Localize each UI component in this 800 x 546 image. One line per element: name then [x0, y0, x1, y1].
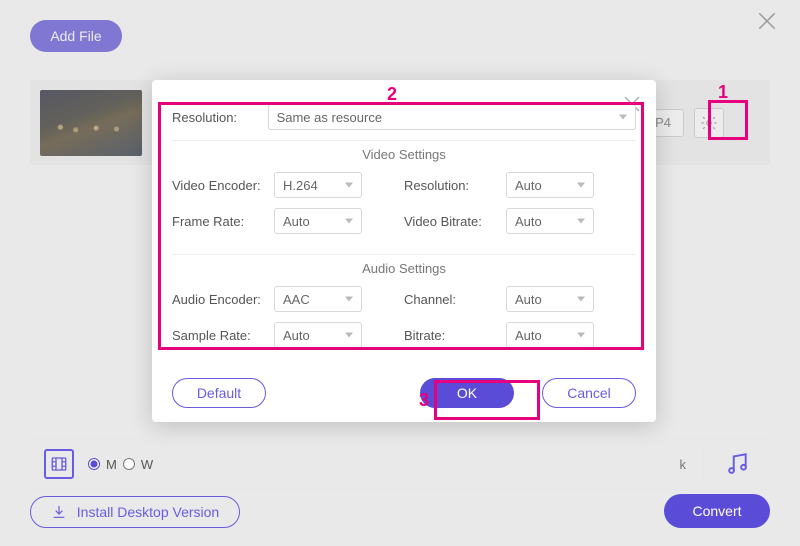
divider [172, 254, 636, 255]
bottom-bar: M W k Install Desktop Version Convert [0, 438, 800, 546]
format-label-2: W [141, 457, 153, 472]
channel-select[interactable]: Auto [506, 286, 594, 312]
video-bitrate-label: Video Bitrate: [404, 214, 506, 229]
default-button[interactable]: Default [172, 378, 266, 408]
music-icon[interactable] [724, 451, 750, 477]
audio-bitrate-select[interactable]: Auto [506, 322, 594, 348]
film-icon [50, 455, 68, 473]
install-desktop-button[interactable]: Install Desktop Version [30, 496, 240, 528]
cancel-button[interactable]: Cancel [542, 378, 636, 408]
divider [172, 140, 636, 141]
video-resolution-label: Resolution: [404, 178, 506, 193]
resolution-select[interactable]: Same as resource [268, 104, 636, 130]
channel-label: Channel: [404, 292, 506, 307]
audio-encoder-select[interactable]: AAC [274, 286, 362, 312]
audio-encoder-label: Audio Encoder: [172, 292, 274, 307]
video-encoder-select[interactable]: H.264 [274, 172, 362, 198]
install-label: Install Desktop Version [77, 504, 219, 520]
audio-bitrate-label: Bitrate: [404, 328, 506, 343]
right-hint: k [680, 457, 687, 472]
format-option-2[interactable]: W [123, 457, 153, 472]
video-format-icon[interactable] [44, 449, 74, 479]
sample-rate-label: Sample Rate: [172, 328, 274, 343]
resolution-label: Resolution: [172, 110, 268, 125]
convert-button[interactable]: Convert [664, 494, 770, 528]
settings-modal: Resolution: Same as resource Video Setti… [152, 80, 656, 422]
audio-settings-title: Audio Settings [172, 261, 636, 276]
format-option-1[interactable]: M [88, 457, 117, 472]
divider [703, 449, 704, 479]
video-settings-title: Video Settings [172, 147, 636, 162]
format-radio-2[interactable] [123, 458, 135, 470]
frame-rate-select[interactable]: Auto [274, 208, 362, 234]
download-icon [51, 504, 67, 520]
format-radio-1[interactable] [88, 458, 100, 470]
format-label-1: M [106, 457, 117, 472]
sample-rate-select[interactable]: Auto [274, 322, 362, 348]
video-encoder-label: Video Encoder: [172, 178, 274, 193]
video-bitrate-select[interactable]: Auto [506, 208, 594, 234]
video-resolution-select[interactable]: Auto [506, 172, 594, 198]
frame-rate-label: Frame Rate: [172, 214, 274, 229]
ok-button[interactable]: OK [420, 378, 514, 408]
